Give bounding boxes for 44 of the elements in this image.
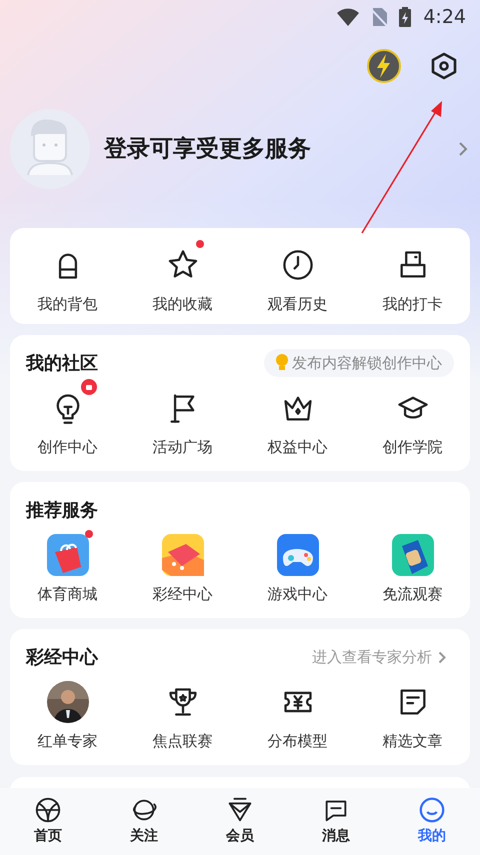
menu-item[interactable]: 观看历史 (240, 236, 355, 316)
gamepad-app-icon (276, 534, 318, 576)
menu-item[interactable]: 免流观赛 (355, 526, 470, 606)
tab-item[interactable]: 我的 (384, 788, 480, 855)
menu-item[interactable]: 创作学院 (355, 379, 470, 458)
menu-item[interactable]: 彩经中心 (125, 526, 240, 606)
menu-item[interactable]: 我的背包 (10, 236, 125, 316)
shopping-bag-app-icon (46, 534, 88, 576)
dice-app-icon (162, 534, 204, 576)
chevron-right-icon (438, 650, 446, 664)
menu-item[interactable]: 创作中心 (10, 379, 125, 458)
clock-icon (280, 248, 314, 282)
section-title: 我的社区 (26, 352, 98, 376)
menu-item[interactable]: 红单专家 (10, 673, 125, 752)
menu-item[interactable]: 体育商城 (10, 526, 125, 606)
sim-card-app-icon (392, 534, 434, 576)
settings-icon[interactable] (430, 52, 458, 80)
menu-item[interactable]: 活动广场 (125, 379, 240, 458)
section-title: 彩经中心 (26, 646, 98, 670)
no-sim-icon (371, 8, 388, 26)
tab-item[interactable]: 关注 (96, 788, 192, 855)
login-row[interactable]: 登录可享受更多服务 (0, 108, 480, 190)
tab-item[interactable]: 消息 (288, 788, 384, 855)
tab-item[interactable]: 首页 (0, 788, 96, 855)
menu-item[interactable]: 精选文章 (355, 673, 470, 752)
diamond-icon (226, 796, 254, 824)
menu-item[interactable]: 我的收藏 (125, 236, 240, 316)
basketball-icon (34, 796, 62, 824)
status-time: 4:24 (423, 4, 466, 30)
profile-icon (418, 796, 446, 824)
menu-item[interactable]: 游戏中心 (240, 526, 355, 606)
login-prompt: 登录可享受更多服务 (104, 134, 312, 164)
battery-icon (399, 7, 412, 27)
lightbulb-icon (276, 354, 288, 372)
tab-item[interactable]: 会员 (192, 788, 288, 855)
menu-item[interactable]: 分布模型 (240, 673, 355, 752)
menu-item[interactable]: 我的打卡 (355, 236, 470, 316)
lightning-badge-icon[interactable] (366, 48, 402, 84)
default-avatar-icon (10, 109, 90, 189)
menu-item[interactable]: 权益中心 (240, 379, 355, 458)
wifi-icon (337, 8, 360, 26)
menu-item[interactable]: 焦点联赛 (125, 673, 240, 752)
chevron-right-icon (458, 141, 468, 157)
section-title: 推荐服务 (26, 498, 98, 522)
